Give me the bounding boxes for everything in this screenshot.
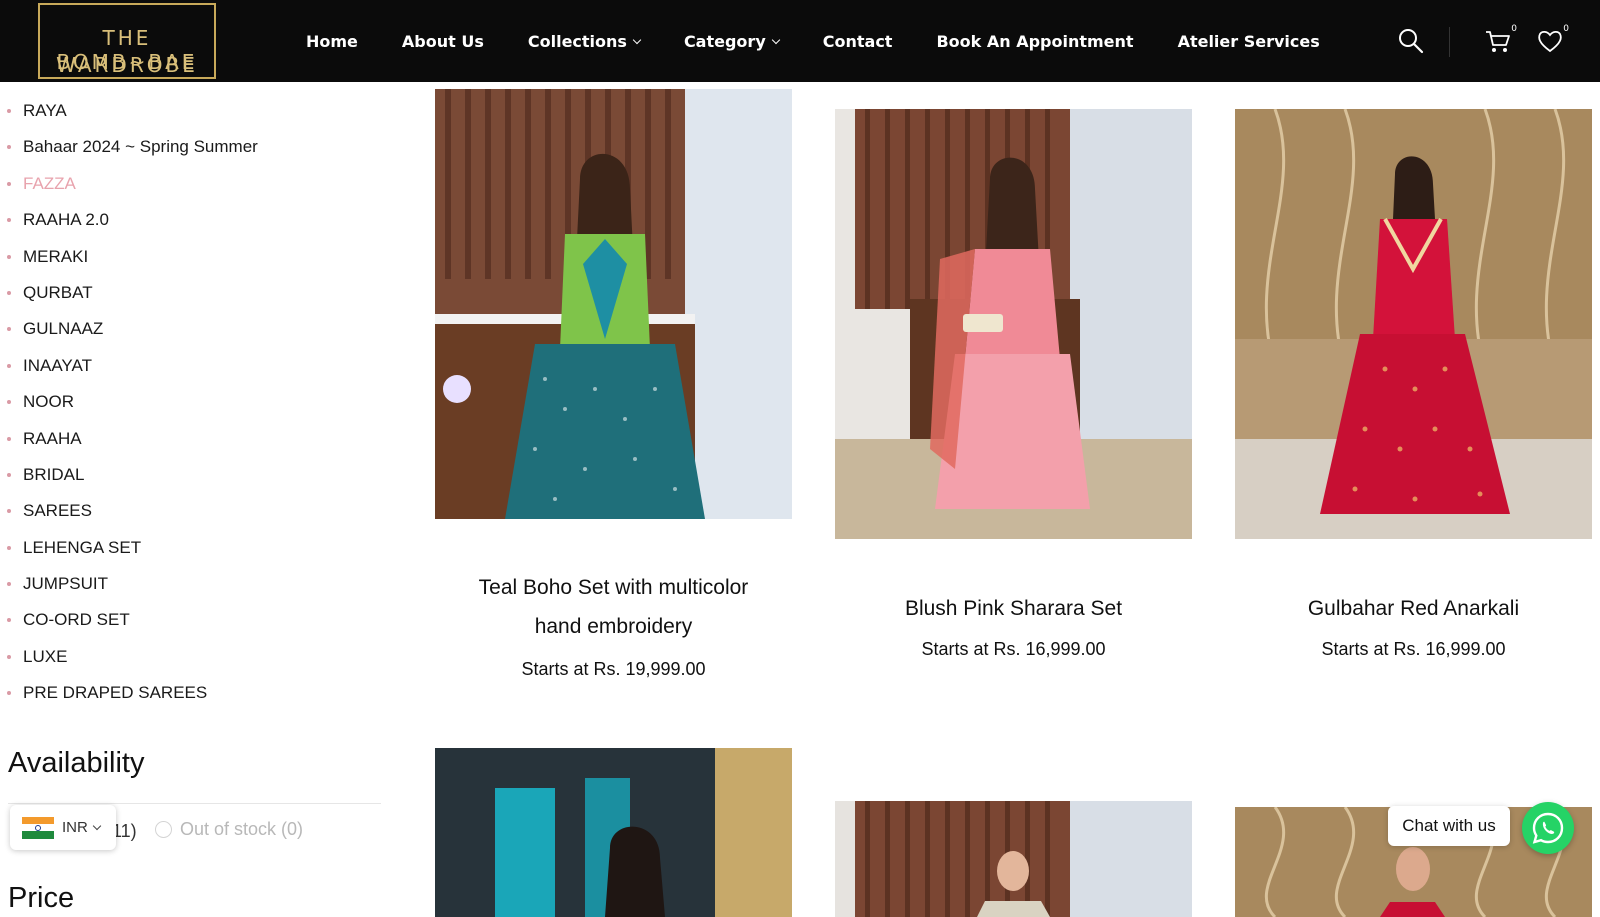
india-flag-icon [22, 816, 54, 839]
sidebar-category-item[interactable]: PRE DRAPED SAREES [0, 680, 258, 716]
nav-contact-label: Contact [822, 31, 893, 51]
sidebar-category-item[interactable]: Bahaar 2024 ~ Spring Summer [0, 134, 258, 170]
nav-collections[interactable]: Collections [527, 31, 642, 51]
logo-text-line2: WARDROBE [56, 53, 198, 77]
whatsapp-icon[interactable] [1522, 802, 1574, 854]
nav-home[interactable]: Home [306, 32, 358, 51]
sidebar-category-item[interactable]: NOOR [0, 389, 258, 425]
filter-sidebar: RAYA Bahaar 2024 ~ Spring Summer FAZZA RAAH… [0, 82, 390, 917]
product-image[interactable] [435, 89, 792, 519]
currency-code: INR [62, 819, 88, 836]
sidebar-category-item[interactable]: LEHENGA SET [0, 535, 258, 571]
sidebar-category-item[interactable]: QURBAT [0, 280, 258, 316]
wishlist-count-badge: 0 [1563, 24, 1569, 34]
nav-book-label: Book An Appointment [936, 31, 1134, 51]
product-image[interactable] [1235, 109, 1592, 539]
availability-heading: Availability [8, 747, 145, 779]
cart-icon[interactable]: 0 [1483, 24, 1517, 56]
currency-selector[interactable]: INR [10, 805, 116, 850]
availability-divider [8, 803, 381, 804]
sidebar-category-item[interactable]: BRIDAL [0, 462, 258, 498]
nav-atelier-label: Atelier Services [1177, 31, 1320, 51]
product-title[interactable]: Gulbahar Red Anarkali [1235, 589, 1592, 628]
sidebar-category-item[interactable]: CO-ORD SET [0, 607, 258, 643]
search-icon[interactable] [1396, 26, 1426, 56]
nav-book-appointment[interactable]: Book An Appointment [936, 32, 1133, 51]
product-price: Starts at Rs. 16,999.00 [1321, 639, 1506, 659]
product-title-line2[interactable]: hand embroidery [435, 607, 792, 646]
out-of-stock-filter[interactable]: Out of stock (0) [155, 819, 303, 840]
chevron-down-icon [92, 821, 102, 831]
chevron-down-icon [771, 35, 780, 45]
out-of-stock-radio[interactable] [155, 821, 172, 838]
price-heading: Price [8, 882, 75, 914]
product-title[interactable]: Teal Boho Set with multicolor [435, 568, 792, 607]
out-of-stock-label: Out of stock (0) [180, 819, 304, 839]
product-title[interactable]: Blush Pink Sharara Set [835, 589, 1192, 628]
sidebar-category-item[interactable]: SAREES [0, 498, 258, 534]
sidebar-category-item[interactable]: INAAYAT [0, 353, 258, 389]
sidebar-category-item[interactable]: FAZZA [0, 171, 258, 207]
site-header: THE BOMB~BAE WARDROBE Home About Us Coll… [0, 0, 1600, 82]
sidebar-category-item[interactable]: RAAHA 2.0 [0, 207, 258, 243]
sidebar-category-item[interactable]: JUMPSUIT [0, 571, 258, 607]
product-image[interactable] [435, 748, 792, 917]
sidebar-category-item[interactable]: MERAKI [0, 244, 258, 280]
nav-contact[interactable]: Contact [823, 32, 893, 51]
product-image[interactable] [835, 801, 1192, 917]
chat-with-us-button[interactable]: Chat with us [1388, 806, 1510, 846]
product-image[interactable] [835, 109, 1192, 539]
category-list: RAYA Bahaar 2024 ~ Spring Summer FAZZA RAAH… [0, 98, 258, 717]
nav-about-us[interactable]: About Us [402, 32, 484, 51]
header-divider [1449, 27, 1450, 57]
main-nav: Home About Us Collections Category Conta… [306, 29, 1364, 53]
cart-count-badge: 0 [1511, 24, 1517, 34]
nav-category-label: Category [683, 31, 766, 51]
nav-atelier-services[interactable]: Atelier Services [1178, 32, 1320, 51]
heart-icon[interactable]: 0 [1535, 24, 1569, 56]
product-price: Starts at Rs. 16,999.00 [921, 639, 1106, 659]
nav-category[interactable]: Category [683, 31, 780, 51]
sidebar-category-item[interactable]: GULNAAZ [0, 316, 258, 352]
brand-logo[interactable]: THE BOMB~BAE WARDROBE [38, 3, 216, 79]
nav-collections-label: Collections [527, 31, 627, 51]
sidebar-category-item[interactable]: LUXE [0, 644, 258, 680]
sidebar-category-item[interactable]: RAAHA [0, 426, 258, 462]
nav-home-label: Home [306, 31, 358, 51]
product-price: Starts at Rs. 19,999.00 [521, 659, 706, 679]
chevron-down-icon [632, 35, 642, 45]
sidebar-category-item[interactable]: RAYA [0, 98, 258, 134]
nav-about-label: About Us [401, 31, 484, 51]
